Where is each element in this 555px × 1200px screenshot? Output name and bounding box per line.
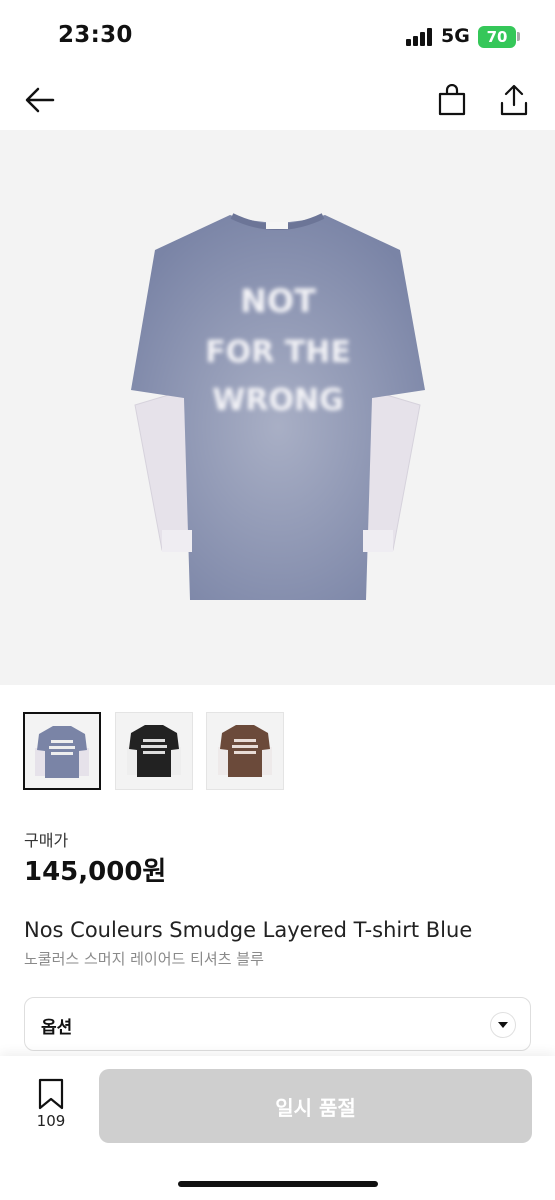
signal-icon xyxy=(406,28,436,46)
thumbnail-brown-image xyxy=(218,725,272,777)
top-nav xyxy=(0,72,555,130)
sold-out-button[interactable]: 일시 품절 xyxy=(99,1069,532,1143)
product-name-ko: 노쿨러스 스머지 레이어드 티셔츠 블루 xyxy=(24,950,264,968)
price-label: 구매가 xyxy=(24,831,69,850)
print-line-3: WRONG xyxy=(212,383,343,418)
bottom-action-bar: 109 일시 품절 xyxy=(0,1056,555,1200)
layered-tshirt-illustration: NOT FOR THE WRONG xyxy=(131,213,425,600)
battery-level: 70 xyxy=(486,28,508,46)
share-icon xyxy=(500,84,528,116)
back-button[interactable] xyxy=(20,80,60,120)
wishlist-button[interactable]: 109 xyxy=(28,1078,74,1134)
bookmark-icon xyxy=(38,1078,64,1110)
shopping-bag-icon xyxy=(438,84,466,116)
print-line-1: NOT xyxy=(240,282,316,320)
chevron-down-icon xyxy=(490,1012,516,1038)
option-select[interactable]: 옵션 xyxy=(24,997,531,1051)
thumbnail-blue[interactable] xyxy=(23,712,101,790)
thumbnail-blue-image xyxy=(35,726,89,778)
arrow-left-icon xyxy=(25,87,55,113)
share-button[interactable] xyxy=(494,80,534,120)
thumbnail-black[interactable] xyxy=(115,712,193,790)
print-line-2: FOR THE xyxy=(205,335,351,370)
cart-button[interactable] xyxy=(432,80,472,120)
option-label: 옵션 xyxy=(41,1018,73,1038)
battery-nub xyxy=(517,32,520,41)
product-image[interactable]: NOT FOR THE WRONG xyxy=(0,130,555,685)
network-label: 5G xyxy=(441,25,470,47)
price: 145,000원 xyxy=(24,857,167,887)
home-indicator xyxy=(178,1181,378,1187)
thumbnail-brown[interactable] xyxy=(206,712,284,790)
status-time: 23:30 xyxy=(58,22,133,48)
wishlist-count: 109 xyxy=(36,1112,66,1130)
thumbnail-black-image xyxy=(127,725,181,777)
status-bar: 23:30 5G 70 xyxy=(0,0,555,72)
product-name-en: Nos Couleurs Smudge Layered T-shirt Blue xyxy=(24,918,473,942)
battery-icon: 70 xyxy=(478,26,516,48)
